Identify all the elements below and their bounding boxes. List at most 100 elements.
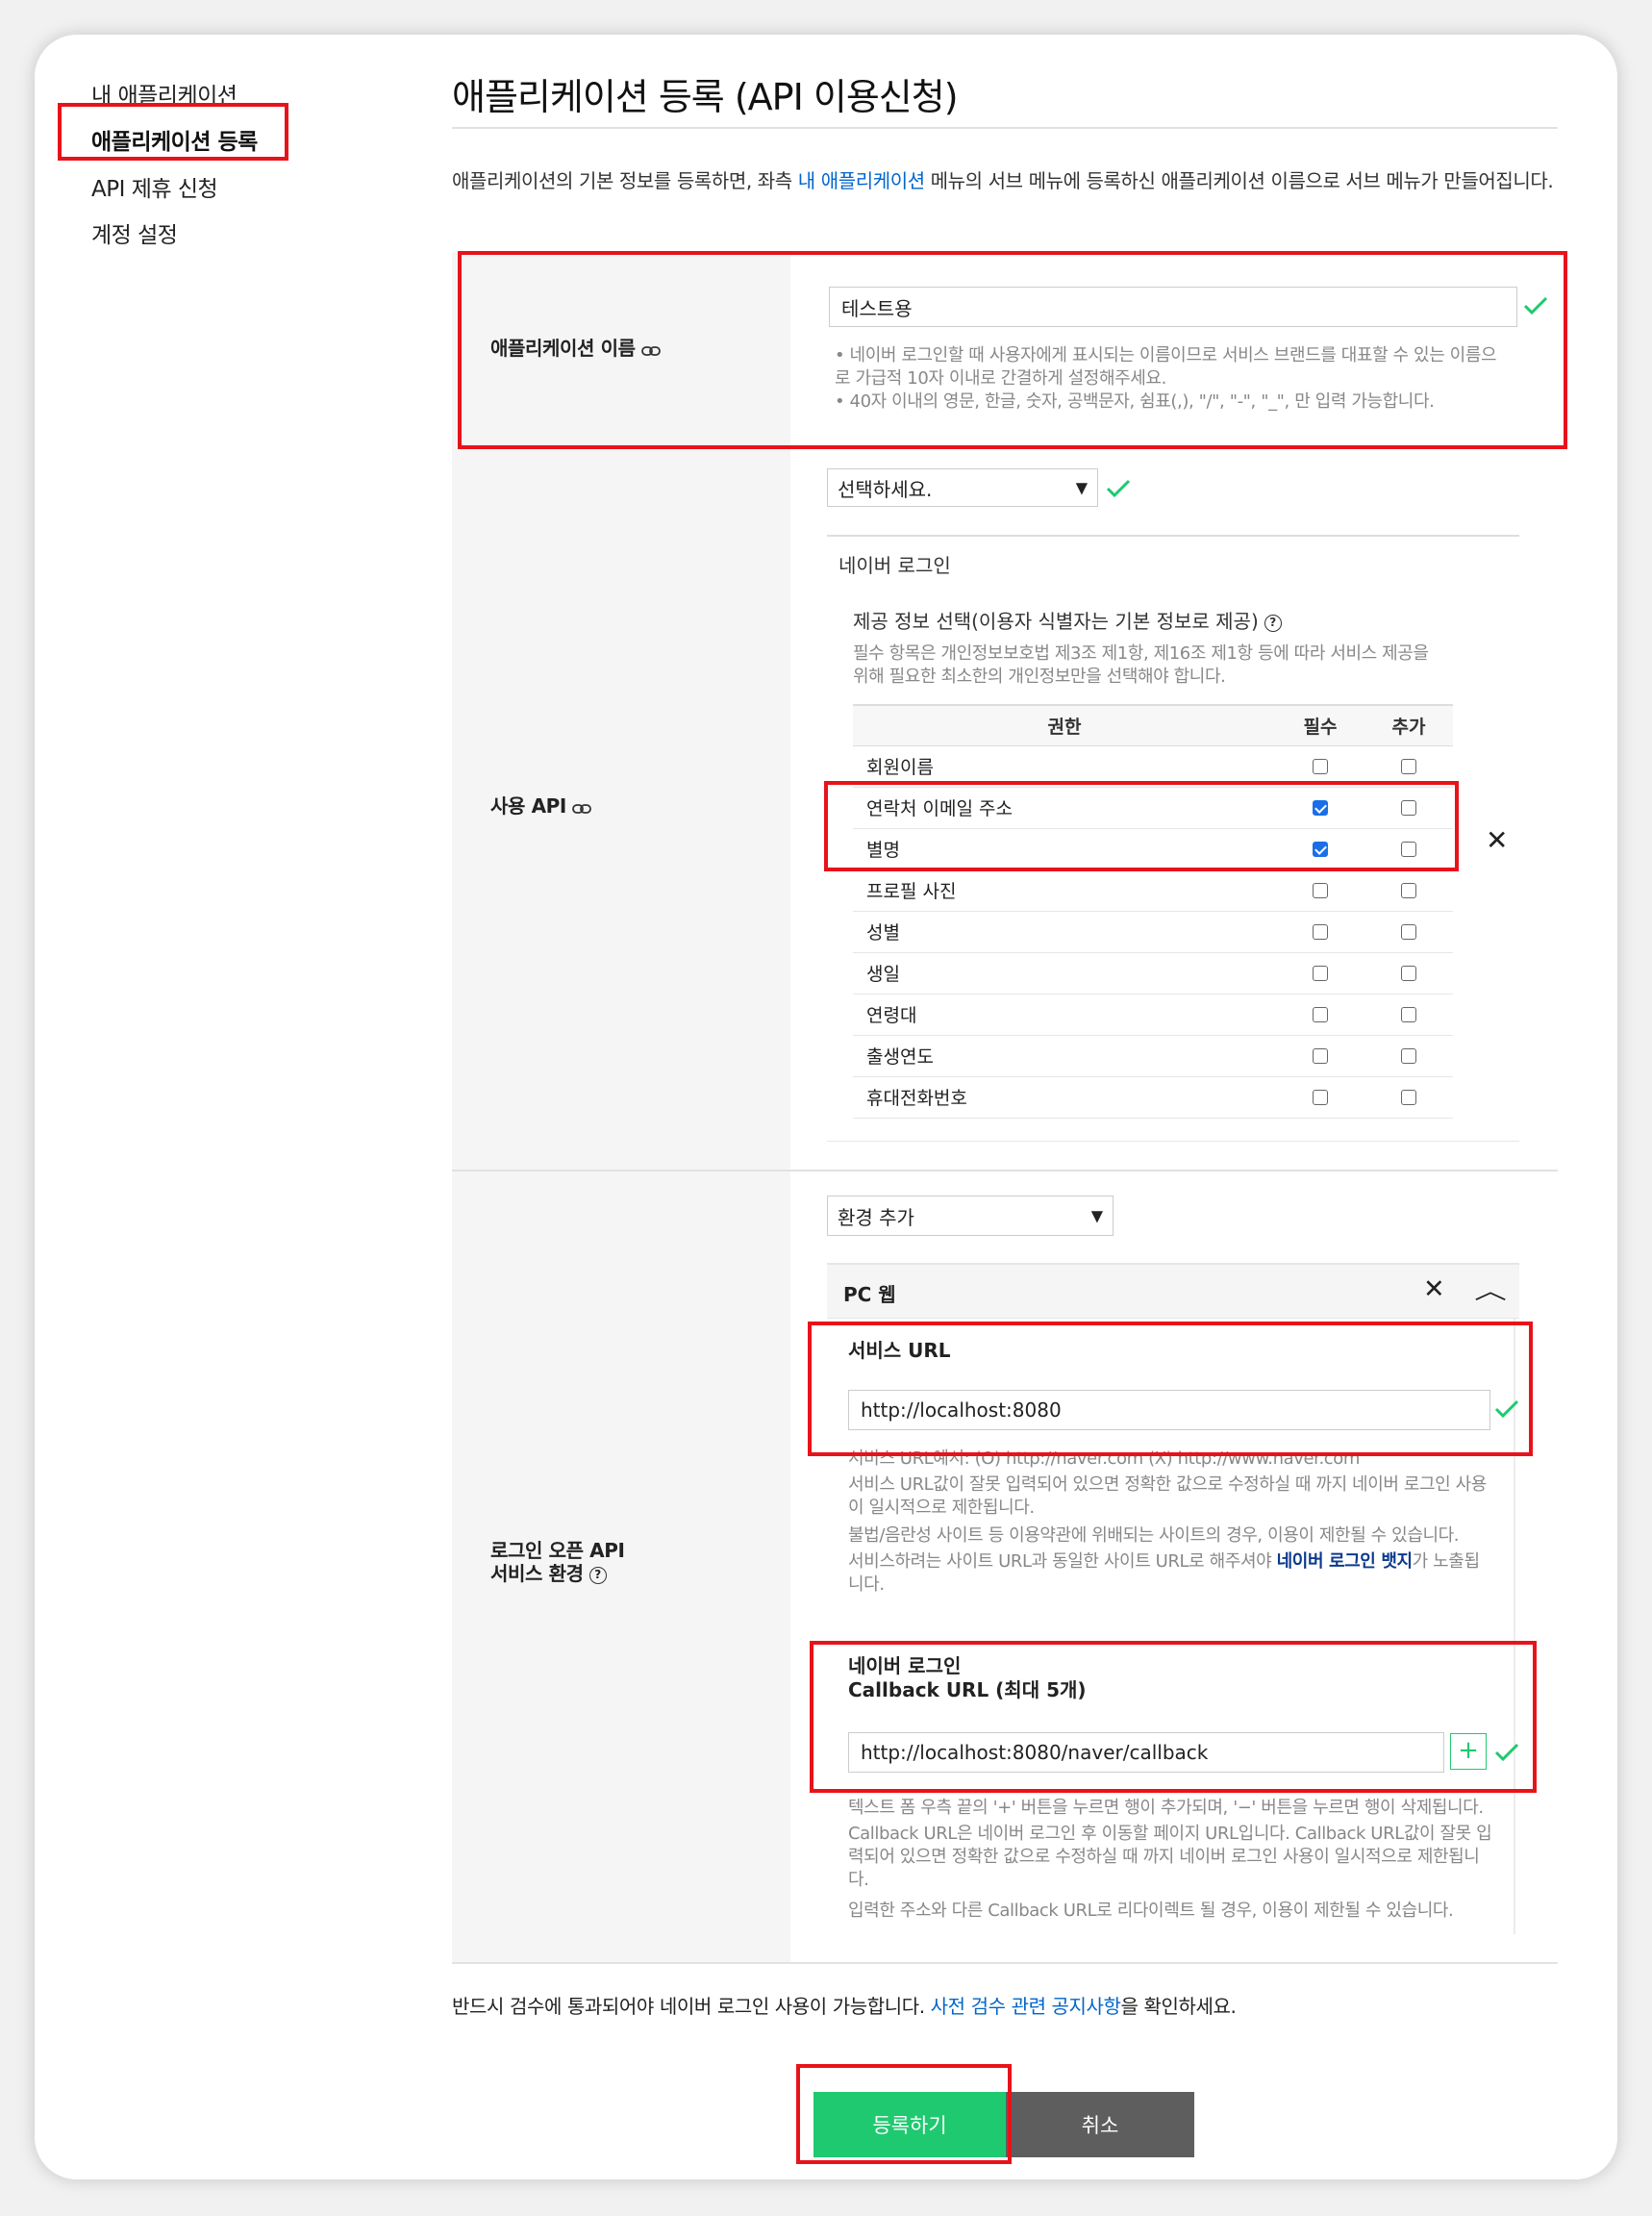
table-row: 성별 <box>853 911 1453 953</box>
help-icon[interactable]: ? <box>1264 614 1282 632</box>
app-name-input[interactable]: 테스트용 <box>829 287 1517 327</box>
review-notice-link[interactable]: 사전 검수 관련 공지사항 <box>931 1995 1121 2018</box>
permission-name: 연령대 <box>853 994 1276 1036</box>
divider <box>452 1962 1558 1964</box>
callback-note-1: 텍스트 폼 우측 끝의 '+' 버튼을 누르면 행이 추가되며, '−' 버튼을… <box>848 1798 1484 1818</box>
checkbox-cell <box>1364 994 1453 1036</box>
table-row: 회원이름 <box>853 745 1453 788</box>
service-url-input[interactable]: http://localhost:8080 <box>848 1390 1490 1430</box>
checkbox-cell <box>1276 787 1364 829</box>
sidebar-item-my-apps[interactable]: 내 애플리케이션 <box>91 77 238 110</box>
env-panel-header <box>827 1263 1519 1319</box>
page-description: 애플리케이션의 기본 정보를 등록하면, 좌측 내 애플리케이션 메뉴의 서브 … <box>452 169 1554 192</box>
env-label: 로그인 오픈 API 서비스 환경? <box>490 1539 625 1585</box>
provide-info-note: 필수 항목은 개인정보보호법 제3조 제1항, 제16조 제1항 등에 따라 서… <box>853 643 1429 687</box>
callback-note-2: Callback URL은 네이버 로그인 후 이동할 페이지 URL입니다. … <box>848 1824 1492 1890</box>
table-row: 프로필 사진 <box>853 869 1453 912</box>
permission-table: 권한 필수 추가 회원이름 연락처 이메일 주소 별명 프로필 사진 성별 생일 연령대 출생… <box>853 704 1453 1119</box>
service-url-note-2: 서비스 URL값이 잘못 입력되어 있으면 정확한 값으로 수정하실 때 까지 … <box>848 1474 1487 1518</box>
extra-checkbox[interactable] <box>1401 1007 1416 1022</box>
env-select[interactable]: 환경 추가 ▼ <box>827 1196 1114 1236</box>
link-icon <box>640 339 661 362</box>
add-callback-button[interactable]: + <box>1450 1733 1487 1770</box>
table-row: 출생연도 <box>853 1035 1453 1077</box>
extra-checkbox[interactable] <box>1401 924 1416 940</box>
valid-check-icon <box>1106 479 1131 498</box>
column-header: 권한 <box>853 704 1276 746</box>
valid-check-icon <box>1494 1743 1519 1762</box>
service-url-note-4: 서비스하려는 사이트 URL과 동일한 사이트 URL로 해주셔야 네이버 로그… <box>848 1551 1480 1595</box>
my-apps-link[interactable]: 내 애플리케이션 <box>798 169 925 192</box>
checkbox-cell <box>1364 787 1453 829</box>
extra-checkbox[interactable] <box>1401 759 1416 774</box>
extra-checkbox[interactable] <box>1401 883 1416 898</box>
checkbox-cell <box>1276 828 1364 870</box>
column-header: 필수 <box>1276 704 1364 746</box>
checkbox-cell <box>1276 745 1364 788</box>
remove-api-icon[interactable]: ✕ <box>1486 824 1508 856</box>
extra-checkbox[interactable] <box>1401 1090 1416 1105</box>
valid-check-icon <box>1494 1399 1519 1419</box>
page-title: 애플리케이션 등록 (API 이용신청) <box>452 76 959 118</box>
callback-note-3: 입력한 주소와 다른 Callback URL로 리다이렉트 될 경우, 이용이… <box>848 1901 1454 1921</box>
sidebar-item-register-app[interactable]: 애플리케이션 등록 <box>91 123 258 156</box>
permission-name: 출생연도 <box>853 1035 1276 1077</box>
use-api-label: 사용 API <box>490 794 591 819</box>
divider <box>827 535 1519 537</box>
checkbox-cell <box>1364 869 1453 912</box>
required-checkbox[interactable] <box>1313 966 1328 981</box>
checkbox-cell <box>1364 952 1453 995</box>
required-checkbox[interactable] <box>1313 924 1328 940</box>
remove-env-icon[interactable]: ✕ <box>1423 1274 1445 1304</box>
checkbox-cell <box>1276 1035 1364 1077</box>
checkbox-cell <box>1276 869 1364 912</box>
submit-button[interactable]: 등록하기 <box>813 2092 1006 2157</box>
dropdown-arrow-icon: ▼ <box>1075 478 1088 497</box>
help-icon[interactable]: ? <box>588 1566 607 1584</box>
service-url-note-3: 불법/음란성 사이트 등 이용약관에 위배되는 사이트의 경우, 이용이 제한될… <box>848 1525 1460 1546</box>
table-row: 연령대 <box>853 994 1453 1036</box>
naver-login-badge-link[interactable]: 네이버 로그인 뱃지 <box>1277 1551 1413 1572</box>
required-checkbox[interactable] <box>1313 842 1328 857</box>
table-row: 생일 <box>853 952 1453 995</box>
provide-info-title: 제공 정보 선택(이용자 식별자는 기본 정보로 제공)? <box>853 606 1282 634</box>
review-notice: 반드시 검수에 통과되어야 네이버 로그인 사용이 가능합니다. 사전 검수 관… <box>452 1995 1237 2018</box>
required-checkbox[interactable] <box>1313 1048 1328 1064</box>
checkbox-cell <box>1364 745 1453 788</box>
callback-url-label: 네이버 로그인 Callback URL (최대 5개) <box>848 1654 1087 1701</box>
service-url-label: 서비스 URL <box>848 1339 951 1362</box>
permission-name: 프로필 사진 <box>853 869 1276 912</box>
extra-checkbox[interactable] <box>1401 966 1416 981</box>
permission-name: 연락처 이메일 주소 <box>853 787 1276 829</box>
callback-url-input[interactable]: http://localhost:8080/naver/callback <box>848 1732 1444 1773</box>
app-name-note-1: • 네이버 로그인할 때 사용자에게 표시되는 이름이므로 서비스 브랜드를 대… <box>835 345 1497 389</box>
cancel-button[interactable]: 취소 <box>1006 2092 1194 2157</box>
sidebar-item-account-settings[interactable]: 계정 설정 <box>91 216 178 249</box>
required-checkbox[interactable] <box>1313 1007 1328 1022</box>
required-checkbox[interactable] <box>1313 1090 1328 1105</box>
table-row: 별명 <box>853 828 1453 870</box>
checkbox-cell <box>1276 994 1364 1036</box>
api-name: 네이버 로그인 <box>839 554 951 577</box>
app-name-note-2: • 40자 이내의 영문, 한글, 숫자, 공백문자, 쉼표(,), "/", … <box>835 391 1435 412</box>
collapse-chevron-icon[interactable]: ︿ <box>1474 1272 1507 1305</box>
extra-checkbox[interactable] <box>1401 800 1416 816</box>
checkbox-cell <box>1364 911 1453 953</box>
checkbox-cell <box>1276 1076 1364 1119</box>
required-checkbox[interactable] <box>1313 883 1328 898</box>
checkbox-cell <box>1276 911 1364 953</box>
checkbox-cell <box>1364 1076 1453 1119</box>
required-checkbox[interactable] <box>1313 800 1328 816</box>
extra-checkbox[interactable] <box>1401 1048 1416 1064</box>
required-checkbox[interactable] <box>1313 759 1328 774</box>
sidebar-item-api-partnership[interactable]: API 제휴 신청 <box>91 170 218 203</box>
column-header: 추가 <box>1364 704 1453 746</box>
env-panel-title: PC 웹 <box>843 1283 896 1306</box>
permission-name: 별명 <box>853 828 1276 870</box>
api-select[interactable]: 선택하세요. ▼ <box>827 468 1098 507</box>
extra-checkbox[interactable] <box>1401 842 1416 857</box>
app-name-label: 애플리케이션 이름 <box>490 337 661 362</box>
table-row: 연락처 이메일 주소 <box>853 787 1453 829</box>
table-header: 권한 필수 추가 <box>853 704 1453 746</box>
permission-name: 휴대전화번호 <box>853 1076 1276 1119</box>
